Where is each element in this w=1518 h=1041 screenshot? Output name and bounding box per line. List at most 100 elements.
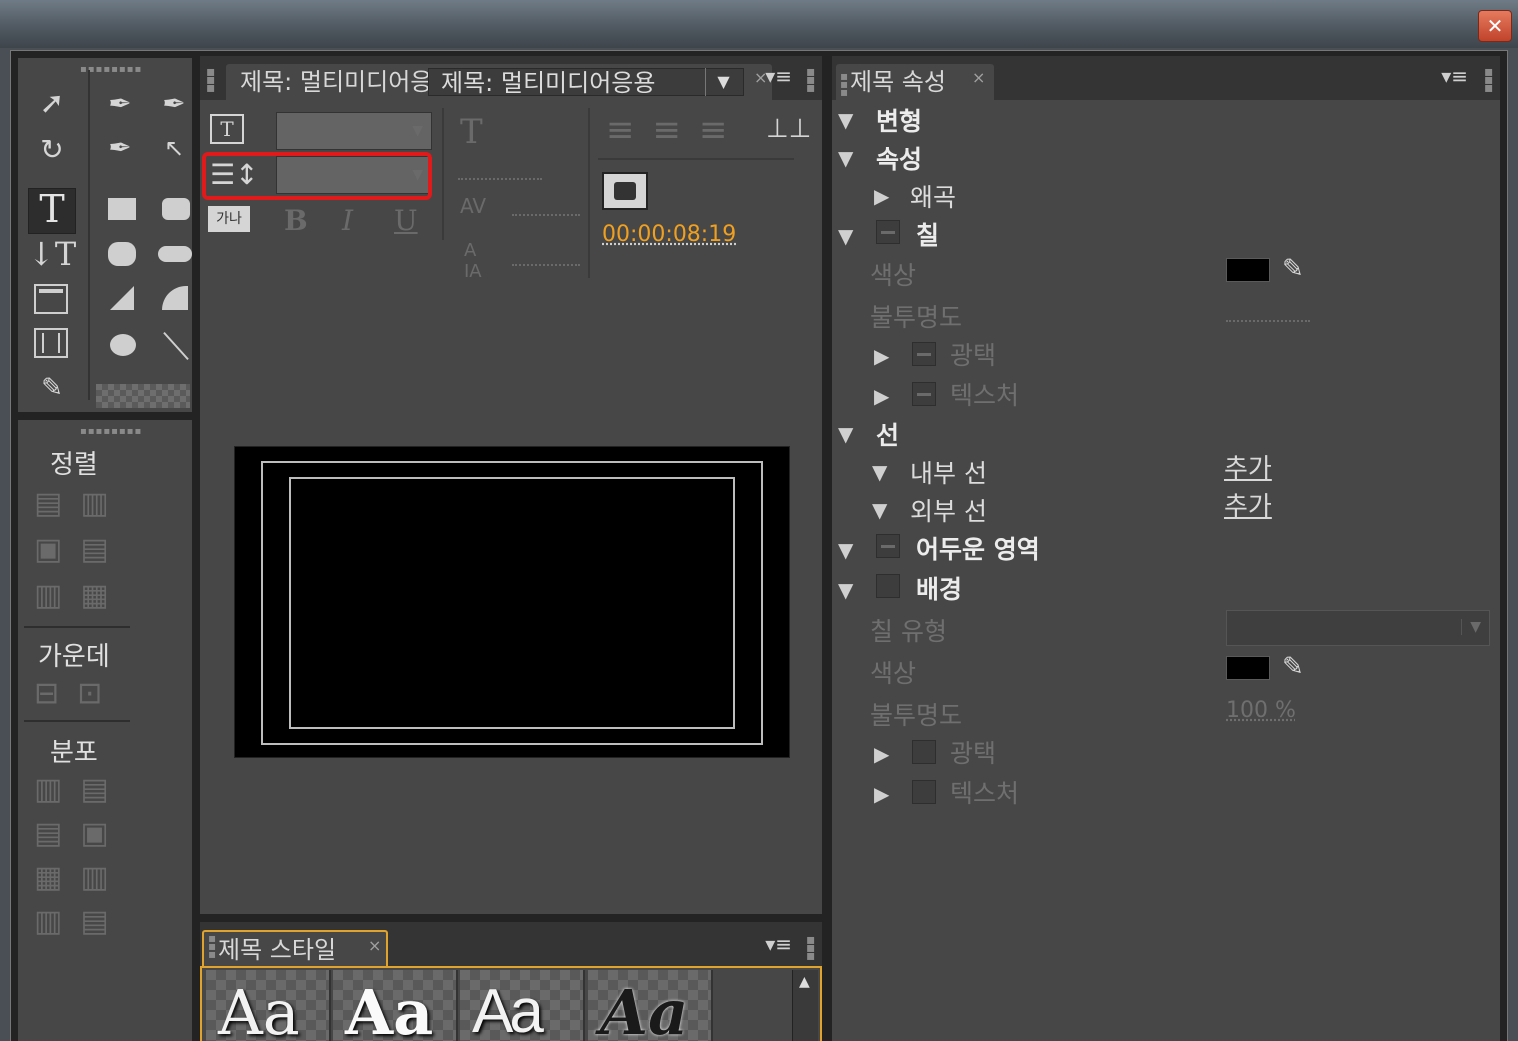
- title-canvas[interactable]: [234, 446, 790, 758]
- expand-triangle-icon[interactable]: ▼: [872, 460, 887, 484]
- timecode[interactable]: 00:00:08:19: [602, 222, 736, 247]
- arc-tool-icon[interactable]: [162, 286, 188, 310]
- rounded-rectangle-tool-icon[interactable]: [162, 198, 190, 220]
- title-select[interactable]: 제목: 멀티미디어응용 ▼: [428, 68, 744, 97]
- tab-title-properties[interactable]: ▪ ▪ ▪ 제목 속성: [836, 64, 994, 100]
- rounded-corner-tool-icon[interactable]: [158, 246, 192, 262]
- style-thumb[interactable]: Aa: [333, 970, 458, 1041]
- templates-icon[interactable]: 가나: [208, 206, 250, 232]
- selection-tool-icon[interactable]: ➚: [32, 84, 72, 124]
- chevron-down-icon[interactable]: ▼: [412, 123, 423, 139]
- chevron-down-icon: ▼: [1461, 619, 1481, 635]
- expand-triangle-icon[interactable]: ▼: [838, 578, 853, 602]
- fill-sheen-checkbox[interactable]: [912, 342, 936, 366]
- fill-color-swatch[interactable]: [1226, 258, 1270, 282]
- bg-opacity-value: 100 %: [1226, 698, 1296, 723]
- desktop-background: [0, 0, 1518, 48]
- wedge-tool-icon[interactable]: [110, 286, 134, 310]
- fill-texture-checkbox[interactable]: [912, 382, 936, 406]
- panel-menu-icon[interactable]: ▾≡: [1428, 64, 1468, 88]
- scroll-up-icon[interactable]: ▲: [799, 974, 810, 990]
- styles-scrollbar[interactable]: ▲: [792, 970, 818, 1041]
- collapse-triangle-icon[interactable]: ▶: [874, 384, 889, 408]
- vertical-type-tool-icon[interactable]: ↓T: [28, 234, 76, 274]
- style-thumb[interactable]: Aa: [460, 970, 585, 1041]
- prop-background[interactable]: 배경: [916, 570, 962, 606]
- prop-distort[interactable]: 왜곡: [910, 178, 956, 214]
- underline-button: U: [394, 204, 418, 237]
- bg-color-swatch[interactable]: [1226, 656, 1270, 680]
- prop-shadow[interactable]: 어두운 영역: [916, 530, 1040, 566]
- vertical-area-type-tool-icon[interactable]: [34, 328, 68, 358]
- outer-stroke-add-link[interactable]: 추가: [1224, 486, 1272, 523]
- title-panel-body: T ☰↕ 가나 ▼ ▼ B I U T AV A IA ≡≡≡ ⊥⊥ 00:00:…: [200, 100, 822, 914]
- inner-stroke-add-link[interactable]: 추가: [1224, 448, 1272, 485]
- kerning-value: [512, 214, 580, 216]
- panel-grip[interactable]: ▪ ▪ ▪: [806, 65, 817, 95]
- swatch-preview: [96, 384, 190, 408]
- expand-triangle-icon[interactable]: ▼: [838, 422, 853, 446]
- tab-stops-icon[interactable]: ⊥⊥: [766, 114, 811, 144]
- panel-menu-icon[interactable]: ▾≡: [752, 932, 792, 956]
- show-background-video-icon[interactable]: [602, 172, 648, 210]
- prop-outer-stroke: 외부 선: [910, 497, 987, 526]
- collapse-triangle-icon[interactable]: ▶: [874, 742, 889, 766]
- path-type-tool-icon[interactable]: ✎: [32, 368, 72, 408]
- clipped-corner-rectangle-tool-icon[interactable]: [108, 242, 136, 266]
- tab-title-label: 제목: 멀티미디어응용: [240, 68, 455, 96]
- add-anchor-tool-icon[interactable]: ✒: [100, 128, 140, 168]
- style-thumb[interactable]: Aa: [588, 970, 713, 1041]
- collapse-triangle-icon[interactable]: ▶: [874, 184, 889, 208]
- close-icon[interactable]: ×: [972, 68, 985, 87]
- new-title-icon[interactable]: T: [210, 114, 244, 144]
- collapse-triangle-icon[interactable]: ▶: [874, 344, 889, 368]
- panel-grip[interactable]: ▪ ▪ ▪: [206, 65, 217, 95]
- chevron-down-icon[interactable]: ▼: [705, 68, 741, 96]
- align-right-icon: ▥▦: [34, 578, 127, 613]
- window-close-button[interactable]: ✕: [1478, 10, 1512, 42]
- convert-anchor-tool-icon[interactable]: ↖: [154, 128, 194, 168]
- bg-texture-checkbox[interactable]: [912, 780, 936, 804]
- tab-title-styles-label: 제목 스타일: [218, 936, 337, 964]
- collapse-triangle-icon[interactable]: ▶: [874, 782, 889, 806]
- title-safe-margin: [289, 477, 735, 729]
- font-family-combo[interactable]: ▼: [276, 112, 432, 150]
- ellipse-tool-icon[interactable]: [110, 334, 136, 356]
- delete-anchor-tool-icon[interactable]: ✒: [154, 84, 194, 124]
- eyedropper-icon[interactable]: ✎: [1282, 652, 1304, 682]
- expand-triangle-icon[interactable]: ▼: [838, 538, 853, 562]
- expand-triangle-icon[interactable]: ▼: [838, 146, 853, 170]
- prop-bg-fill-type: 칠 유형: [870, 617, 947, 646]
- panel-menu-icon[interactable]: ▾≡: [752, 64, 792, 88]
- pen-tool-icon[interactable]: ✒: [100, 84, 140, 124]
- prop-properties[interactable]: 속성: [876, 140, 922, 176]
- close-icon[interactable]: ×: [368, 936, 381, 955]
- background-checkbox[interactable]: [876, 574, 900, 598]
- shadow-checkbox[interactable]: [876, 534, 900, 558]
- rotation-tool-icon[interactable]: ↻: [32, 130, 72, 170]
- panel-grip[interactable]: ▪ ▪ ▪: [806, 933, 817, 963]
- align-left-icon: ▤▥: [34, 486, 127, 521]
- rectangle-tool-icon[interactable]: [108, 198, 136, 220]
- style-thumb[interactable]: Aa: [206, 970, 331, 1041]
- bg-sheen-checkbox[interactable]: [912, 740, 936, 764]
- type-tool-icon[interactable]: T: [28, 188, 76, 234]
- area-type-tool-icon[interactable]: [34, 284, 68, 314]
- prop-strokes[interactable]: 선: [876, 416, 899, 452]
- prop-bg-texture: 텍스처: [950, 779, 1020, 808]
- tab-title-styles[interactable]: ▪ ▪ ▪ 제목 스타일: [202, 930, 388, 966]
- prop-bg-opacity: 불투명도: [870, 701, 963, 730]
- panel-grip[interactable]: ▪▪▪▪▪▪▪▪: [80, 426, 142, 437]
- panel-grip[interactable]: ▪ ▪ ▪: [1484, 65, 1495, 95]
- prop-transform[interactable]: 변형: [876, 102, 922, 138]
- eyedropper-icon[interactable]: ✎: [1282, 254, 1304, 284]
- distribute-right-icon: ▦▥: [34, 860, 127, 895]
- prop-fill-texture: 텍스처: [950, 381, 1020, 410]
- line-tool-icon[interactable]: [163, 331, 189, 361]
- expand-triangle-icon[interactable]: ▼: [838, 224, 853, 248]
- prop-fill[interactable]: 칠: [916, 216, 939, 252]
- expand-triangle-icon[interactable]: ▼: [872, 498, 887, 522]
- fill-checkbox[interactable]: [876, 220, 900, 244]
- expand-triangle-icon[interactable]: ▼: [838, 108, 853, 132]
- highlight-box: [202, 152, 432, 200]
